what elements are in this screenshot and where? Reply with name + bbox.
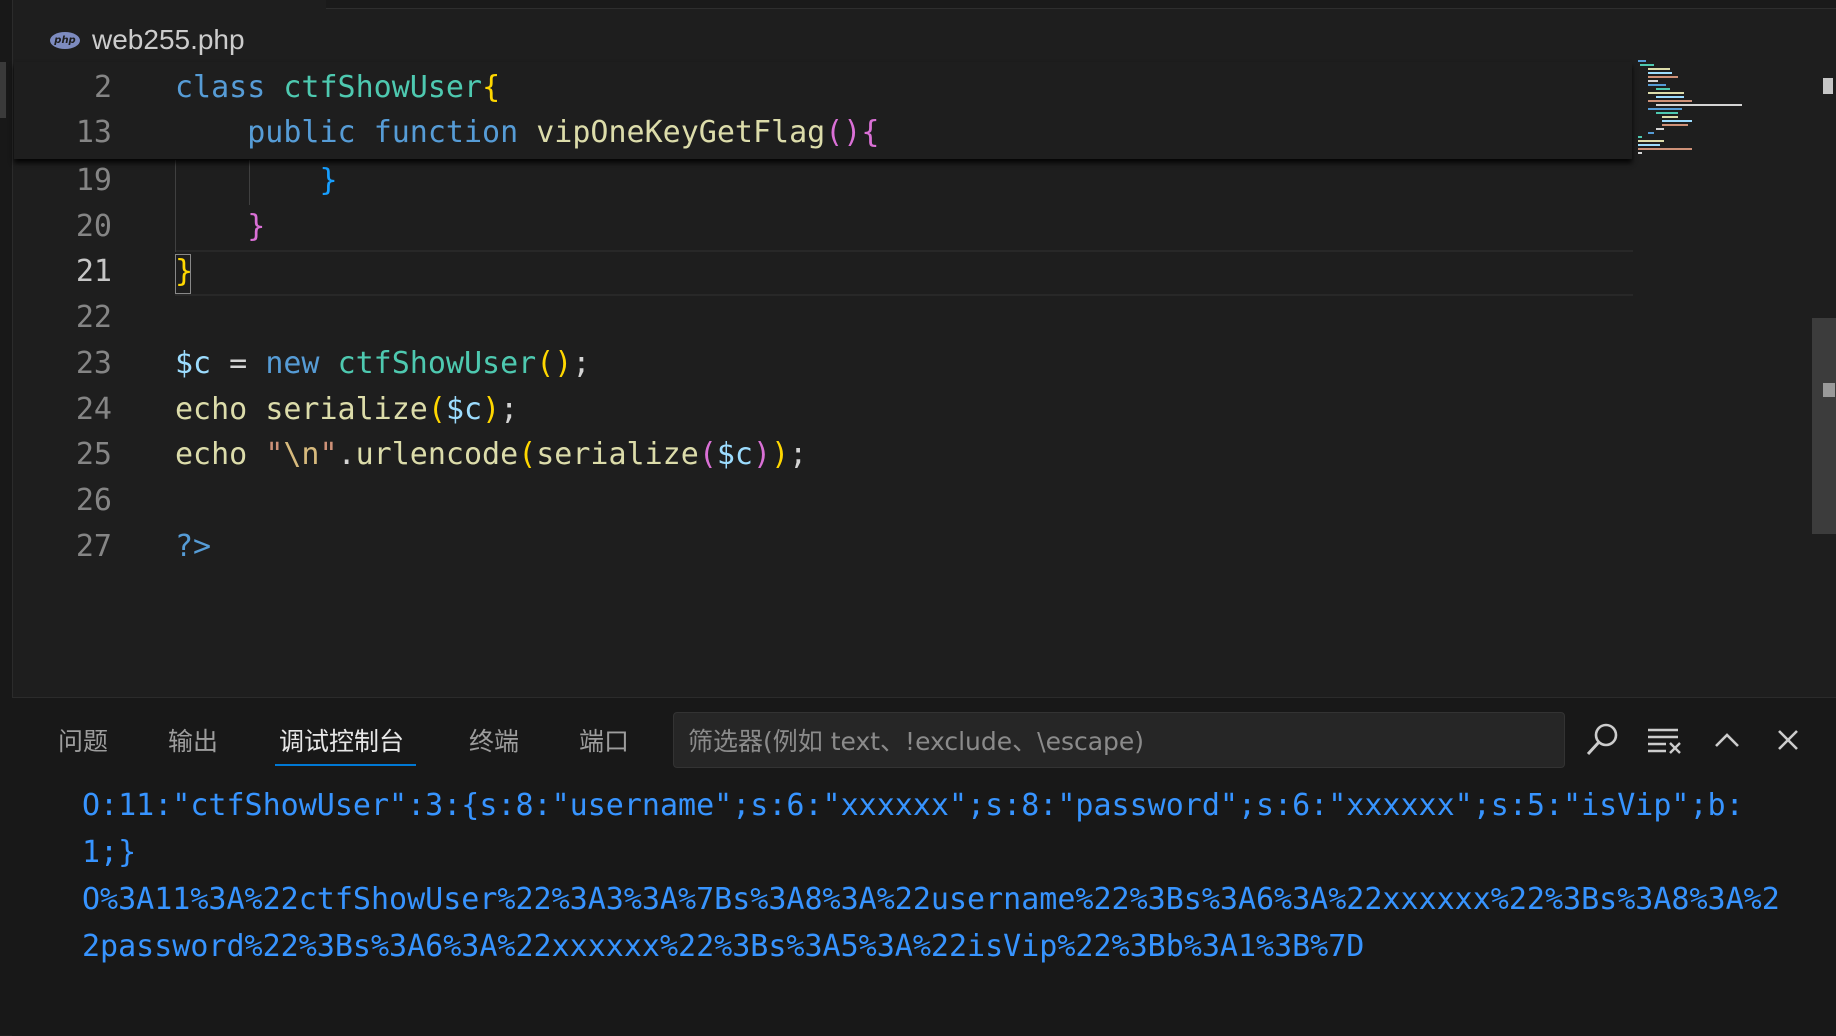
code-line: ?> xyxy=(175,529,212,564)
code-line: } xyxy=(319,163,338,198)
search-button[interactable] xyxy=(1580,718,1624,762)
tab-output[interactable]: 输出 xyxy=(168,722,218,762)
minimap-line xyxy=(1656,128,1664,130)
code-line: } xyxy=(247,209,266,244)
minimap-line xyxy=(1648,80,1658,82)
tab-problems[interactable]: 问题 xyxy=(58,722,108,762)
minimap-line xyxy=(1648,84,1666,86)
minimap-line xyxy=(1648,92,1684,94)
scrollbar-thumb[interactable] xyxy=(1812,318,1836,534)
minimap-line xyxy=(1638,60,1646,62)
minimap-line xyxy=(1648,100,1692,102)
code-line: echo serialize($c); xyxy=(175,392,519,427)
tab-terminal[interactable]: 终端 xyxy=(469,722,519,762)
line-number: 19 xyxy=(75,163,112,198)
line-number: 22 xyxy=(75,300,112,335)
console-line: O%3A11%3A%22ctfShowUser%22%3A3%3A%7Bs%3A… xyxy=(82,882,1780,917)
line-number: 20 xyxy=(75,209,112,244)
line-number: 25 xyxy=(75,437,112,472)
filter-input[interactable]: 筛选器(例如 text、!exclude、\escape) xyxy=(673,712,1565,768)
minimap-line xyxy=(1656,112,1678,114)
code-line: } xyxy=(175,254,194,289)
minimap-line xyxy=(1648,72,1672,74)
tab-debug-console[interactable]: 调试控制台 xyxy=(279,722,404,762)
minimap-line xyxy=(1662,120,1692,122)
code-line: echo "\n".urlencode(serialize($c)); xyxy=(175,437,808,472)
minimap-line xyxy=(1638,152,1642,154)
clear-console-icon xyxy=(1648,728,1681,754)
minimap-line xyxy=(1638,140,1664,142)
filter-placeholder: 筛选器(例如 text、!exclude、\escape) xyxy=(688,727,1145,756)
scrollbar-marker xyxy=(1823,383,1835,397)
minimap-line xyxy=(1640,64,1654,66)
close-icon xyxy=(1778,730,1798,750)
line-number: 24 xyxy=(75,392,112,427)
minimap-line xyxy=(1638,144,1660,146)
minimap[interactable] xyxy=(1636,60,1766,180)
line-number: 26 xyxy=(75,483,112,518)
maximize-panel-button[interactable] xyxy=(1705,718,1749,762)
line-number: 27 xyxy=(75,529,112,564)
minimap-line xyxy=(1648,76,1678,78)
minimap-line xyxy=(1656,96,1684,98)
tab-ports[interactable]: 端口 xyxy=(579,722,629,762)
minimap-line xyxy=(1656,104,1742,106)
console-line: 2password%22%3Bs%3A6%3A%22xxxxxx%22%3Bs%… xyxy=(82,929,1365,964)
console-line: 1;} xyxy=(82,835,137,870)
line-number: 23 xyxy=(75,346,112,381)
chevron-up-icon xyxy=(1715,733,1739,747)
minimap-line xyxy=(1648,132,1654,134)
minimap-line xyxy=(1656,88,1670,90)
code-line: $c = new ctfShowUser(); xyxy=(175,346,591,381)
search-icon xyxy=(1586,723,1618,756)
minimap-line xyxy=(1662,116,1678,118)
minimap-line xyxy=(1648,68,1670,70)
clear-console-button[interactable] xyxy=(1642,718,1686,762)
current-line-highlight xyxy=(175,250,1633,296)
line-number: 13 xyxy=(75,115,112,150)
line-number: 2 xyxy=(93,70,112,105)
minimap-line xyxy=(1662,124,1688,126)
sticky-scroll-header[interactable]: 2 class ctfShowUser{ 13 public function vi… xyxy=(14,62,1632,159)
minimap-line xyxy=(1638,136,1642,138)
line-number: 21 xyxy=(75,254,112,289)
scrollbar-marker xyxy=(1823,78,1833,94)
active-tab-indicator xyxy=(275,764,416,766)
minimap-line xyxy=(1638,148,1692,150)
minimap-line xyxy=(1648,108,1682,110)
close-panel-button[interactable] xyxy=(1766,718,1810,762)
code-line: class ctfShowUser{ xyxy=(175,70,501,105)
code-line: public function vipOneKeyGetFlag(){ xyxy=(247,115,880,150)
console-line: O:11:"ctfShowUser":3:{s:8:"username";s:6… xyxy=(82,788,1744,823)
